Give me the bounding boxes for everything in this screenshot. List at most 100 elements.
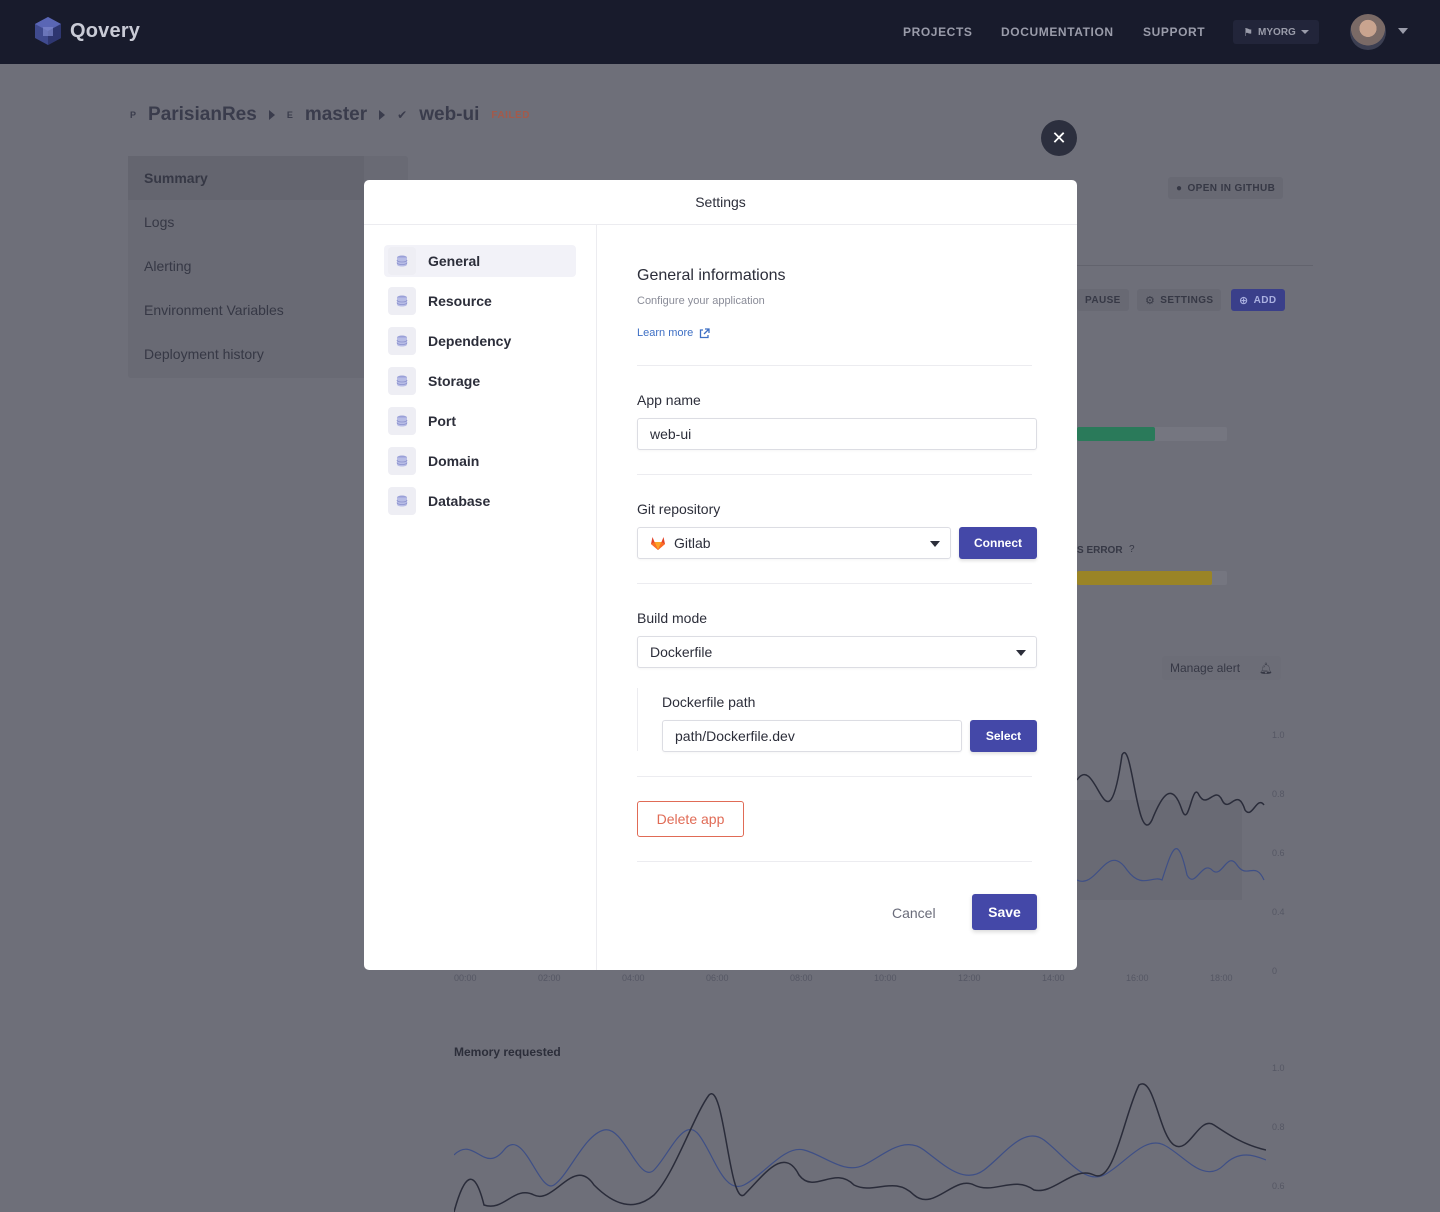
chevron-down-icon: [930, 541, 940, 547]
modal-close-button[interactable]: ✕: [1041, 120, 1077, 156]
database-stack-icon: [388, 287, 416, 315]
settings-label: SETTINGS: [1160, 294, 1214, 306]
select-label: Select: [985, 729, 1022, 743]
dockerfile-path-input[interactable]: [662, 720, 962, 752]
settings-menu-resource[interactable]: Resource: [384, 285, 576, 317]
modal-header: Settings: [364, 180, 1077, 225]
breadcrumb-project[interactable]: ParisianRes: [148, 104, 257, 126]
settings-menu-domain[interactable]: Domain: [384, 445, 576, 477]
section-subtitle: Configure your application: [637, 295, 765, 307]
delete-app-label: Delete app: [656, 811, 725, 827]
memory-chart: [454, 1083, 1266, 1212]
org-selector[interactable]: ⚑ MYORG: [1233, 20, 1319, 44]
breadcrumb-environment[interactable]: master: [305, 104, 367, 126]
chevron-down-icon: [1016, 650, 1026, 656]
gitlab-icon: [651, 537, 665, 550]
add-label: ADD: [1253, 294, 1277, 306]
database-stack-icon: [388, 447, 416, 475]
select-button[interactable]: Select: [970, 720, 1037, 752]
error-label: S ERROR: [1077, 545, 1123, 556]
database-stack-icon: [388, 247, 416, 275]
settings-menu-dependency[interactable]: Dependency: [384, 325, 576, 357]
settings-button[interactable]: ⚙ SETTINGS: [1137, 289, 1222, 311]
database-stack-icon: [388, 487, 416, 515]
nested-field-rail: [637, 688, 638, 751]
git-provider-select[interactable]: Gitlab: [637, 527, 951, 559]
add-button[interactable]: ⊕ ADD: [1231, 289, 1285, 311]
section-divider: [637, 474, 1032, 475]
settings-menu-general[interactable]: General: [384, 245, 576, 277]
x-tick: 06:00: [706, 973, 729, 983]
build-mode-label: Build mode: [637, 610, 708, 626]
open-github-label: OPEN IN GITHUB: [1187, 182, 1276, 194]
gear-icon: ⚙: [1145, 294, 1156, 307]
cpu-chart: [1077, 751, 1265, 900]
settings-menu-label: Dependency: [428, 333, 512, 349]
pause-button[interactable]: PAUSE: [1077, 289, 1129, 311]
settings-menu-label: Domain: [428, 453, 480, 469]
x-tick: 04:00: [622, 973, 645, 983]
info-icon: ?: [1129, 544, 1135, 555]
side-menu-logs[interactable]: Logs: [144, 214, 174, 230]
app-check-icon: ✔: [397, 108, 408, 122]
x-tick: 08:00: [790, 973, 813, 983]
org-label: MYORG: [1258, 26, 1296, 38]
breadcrumb-separator-icon: [268, 110, 275, 120]
build-mode-select[interactable]: Dockerfile: [637, 636, 1037, 668]
y-tick: 0.8: [1272, 1122, 1285, 1132]
connect-button[interactable]: Connect: [959, 527, 1037, 559]
side-menu-deployment-history[interactable]: Deployment history: [144, 346, 264, 362]
database-stack-icon: [388, 407, 416, 435]
settings-menu-label: General: [428, 253, 481, 269]
section-divider: [637, 583, 1032, 584]
open-github-button[interactable]: ● OPEN IN GITHUB: [1168, 177, 1284, 199]
y-tick: 0.4: [1272, 907, 1285, 917]
org-flag-icon: ⚑: [1243, 26, 1254, 39]
manage-alert-button[interactable]: Manage alert 🔔︎: [1162, 656, 1282, 680]
qovery-logo[interactable]: Qovery: [34, 16, 140, 46]
learn-more-link[interactable]: Learn more: [637, 327, 710, 339]
database-stack-icon: [388, 367, 416, 395]
settings-menu-label: Resource: [428, 293, 492, 309]
cancel-button[interactable]: Cancel: [892, 905, 936, 921]
user-menu-chevron-icon[interactable]: [1398, 28, 1408, 34]
memory-chart-title: Memory requested: [454, 1045, 561, 1059]
side-menu-summary[interactable]: Summary: [144, 170, 208, 186]
settings-menu: General Resource Dependency Storage Port: [364, 225, 597, 970]
settings-menu-label: Storage: [428, 373, 481, 389]
y-tick: 0: [1272, 966, 1278, 976]
breadcrumb: P ParisianRes E master ✔ web-ui FAILED: [130, 104, 530, 126]
side-menu-alerting[interactable]: Alerting: [144, 258, 191, 274]
app-name-label: App name: [637, 392, 701, 408]
x-tick: 14:00: [1042, 973, 1065, 983]
breadcrumb-application[interactable]: web-ui: [419, 104, 479, 126]
github-icon: ●: [1176, 182, 1183, 194]
y-tick: 0.8: [1272, 789, 1285, 799]
chart-area: [1077, 800, 1242, 900]
background-divider: [1077, 265, 1313, 266]
nav-documentation[interactable]: DOCUMENTATION: [1001, 25, 1114, 39]
y-tick: 1.0: [1272, 1063, 1285, 1073]
user-avatar[interactable]: [1350, 14, 1386, 50]
chart-series-line: [454, 1083, 1266, 1212]
plus-circle-icon: ⊕: [1239, 294, 1249, 307]
save-button[interactable]: Save: [972, 894, 1037, 930]
settings-modal: Settings General Resource Dependency Sto…: [364, 180, 1077, 970]
settings-menu-label: Database: [428, 493, 491, 509]
bell-icon: 🔔︎: [1259, 662, 1274, 675]
nav-support[interactable]: SUPPORT: [1143, 25, 1205, 39]
usage-bar-fill: [1077, 427, 1155, 441]
nav-projects[interactable]: PROJECTS: [903, 25, 972, 39]
delete-app-button[interactable]: Delete app: [637, 801, 744, 837]
settings-menu-storage[interactable]: Storage: [384, 365, 576, 397]
x-tick: 18:00: [1210, 973, 1233, 983]
side-menu-environment-variables[interactable]: Environment Variables: [144, 302, 284, 318]
section-divider: [637, 776, 1032, 777]
app-name-input[interactable]: [637, 418, 1037, 450]
settings-menu-database[interactable]: Database: [384, 485, 576, 517]
top-navbar: Qovery PROJECTS DOCUMENTATION SUPPORT ⚑ …: [0, 0, 1440, 64]
chart-series-line: [454, 1128, 1266, 1188]
y-tick: 0.6: [1272, 1181, 1285, 1191]
settings-menu-port[interactable]: Port: [384, 405, 576, 437]
x-tick: 00:00: [454, 973, 477, 983]
